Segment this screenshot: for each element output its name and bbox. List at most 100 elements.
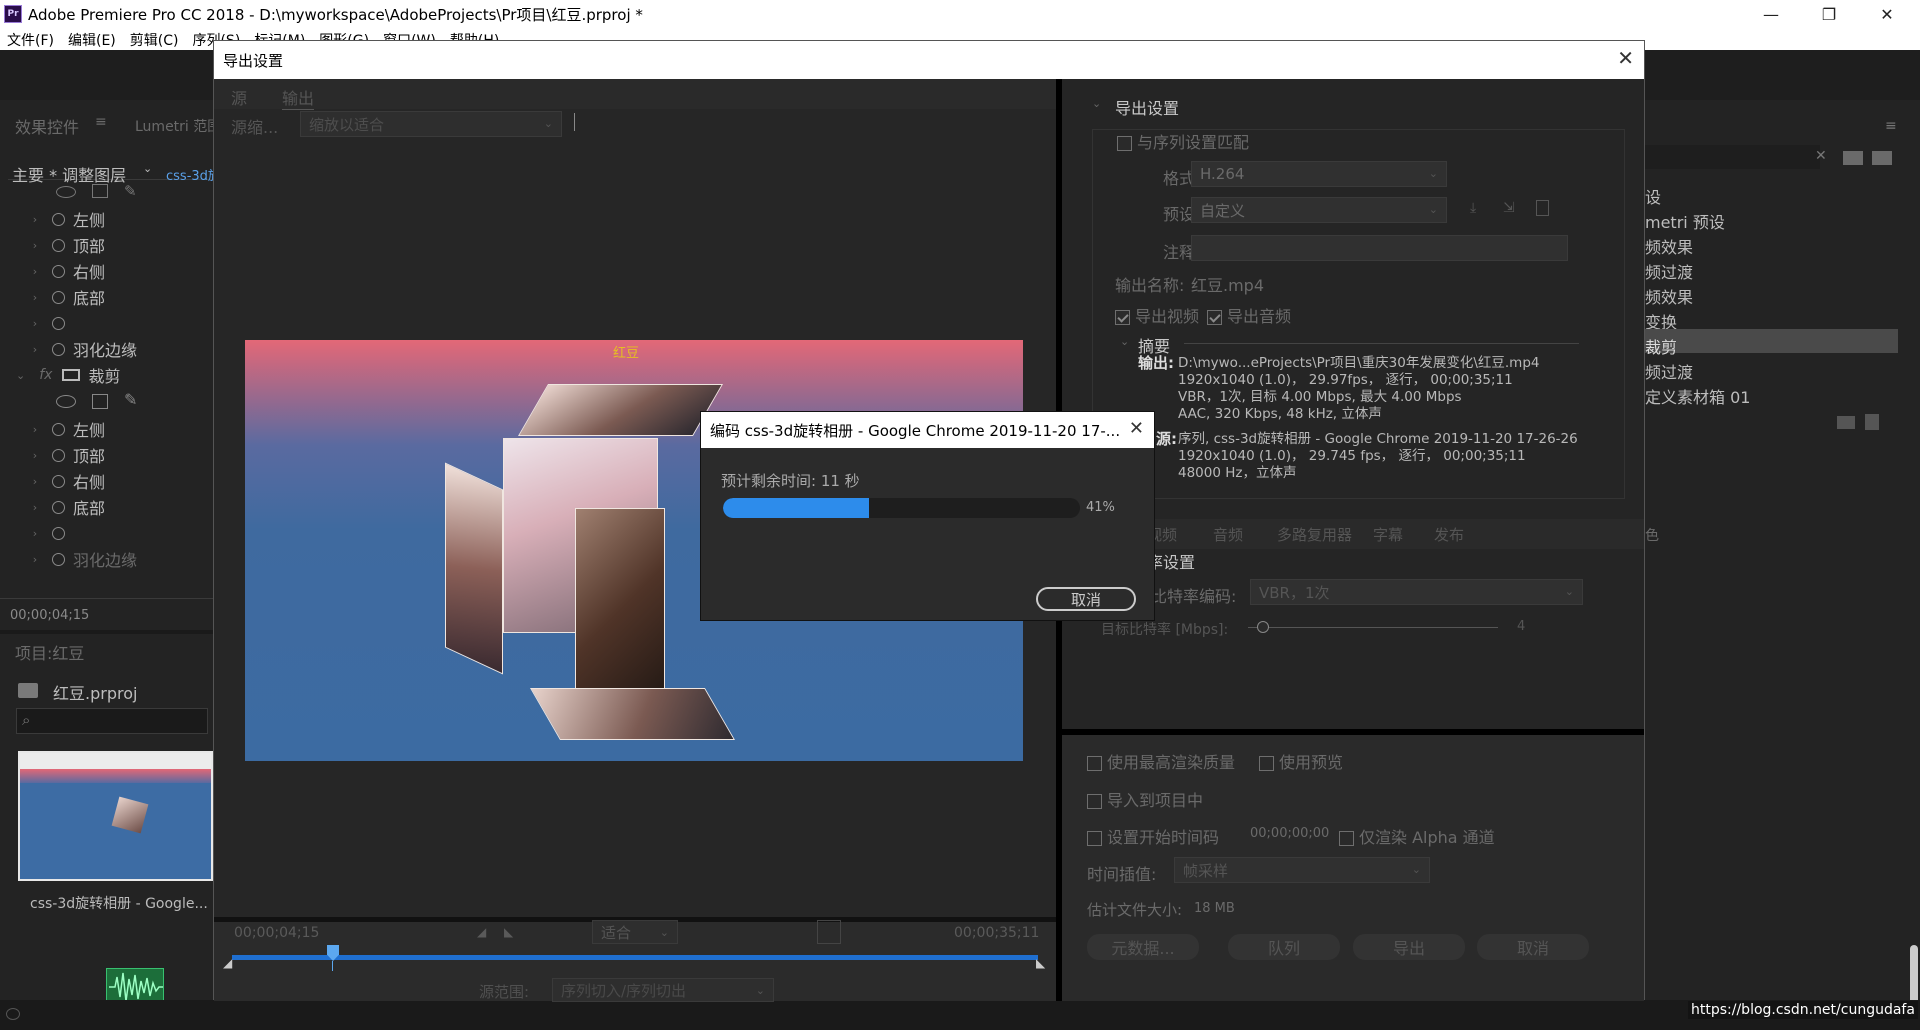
target-bitrate-slider[interactable] [1248, 627, 1498, 628]
cube-face-bottom [529, 688, 736, 740]
effect-timecode[interactable]: 00;00;04;15 [10, 608, 89, 623]
panel-menu-icon[interactable]: ≡ [1885, 118, 1897, 134]
stopwatch-icon[interactable] [52, 238, 65, 252]
match-sequence-checkbox[interactable]: 与序列设置匹配 [1117, 129, 1249, 153]
panel-menu-icon[interactable]: ≡ [95, 114, 107, 130]
menu-clip[interactable]: 剪辑(C) [123, 28, 186, 50]
pen-mask-icon[interactable]: ✎ [124, 390, 137, 409]
tab-effect-controls[interactable]: 效果控件 [15, 114, 79, 138]
effects-item[interactable]: 频效果 [1645, 284, 1693, 308]
export-audio-checkbox[interactable]: 导出音频 [1207, 303, 1291, 327]
effects-item[interactable]: metri 预设 [1645, 209, 1725, 233]
effects-item[interactable]: 色 [1645, 525, 1659, 545]
tab-output[interactable]: 输出 [282, 85, 315, 110]
tab-source[interactable]: 源 [231, 85, 247, 109]
timeline-track[interactable] [232, 955, 1038, 960]
mark-in-icon[interactable]: ◢ [477, 925, 486, 939]
tab-captions[interactable]: 字幕 [1373, 524, 1403, 545]
effects-item[interactable]: 频过渡 [1645, 259, 1693, 283]
aspect-correction-icon[interactable] [817, 920, 841, 944]
tab-audio[interactable]: 音频 [1213, 524, 1243, 545]
effects-item[interactable]: 定义素材箱 01 [1645, 384, 1750, 408]
start-timecode-value[interactable]: 00;00;00;00 [1250, 826, 1329, 841]
encoding-close-button[interactable]: ✕ [1129, 418, 1144, 439]
timecode-in[interactable]: 00;00;04;15 [234, 925, 319, 941]
summary-source-label: 源: [1156, 430, 1177, 448]
source-scale-select[interactable]: 缩放以适合 ⌄ [300, 111, 562, 137]
remaining-time: 预计剩余时间: 11 秒 [721, 472, 860, 490]
stopwatch-icon[interactable] [52, 500, 65, 514]
left-panel: 效果控件 ≡ Lumetri 范围 主要 * 调整图层 ⌄ css-3d旋 ✎ … [0, 100, 221, 1004]
crop-effect-row[interactable]: ⌄ fx 裁剪 [0, 362, 213, 388]
save-preset-icon[interactable]: ⤓ [1470, 200, 1488, 216]
stopwatch-icon[interactable] [52, 474, 65, 488]
format-select[interactable]: H.264 ⌄ [1191, 161, 1447, 187]
fit-select[interactable]: 适合 ⌄ [592, 920, 678, 944]
range-out-handle[interactable]: ◣ [1036, 956, 1045, 970]
export-button[interactable]: 导出 [1353, 934, 1465, 960]
range-in-handle[interactable]: ◢ [223, 956, 232, 970]
project-search-input[interactable]: ⌕ [16, 708, 208, 734]
clip-thumbnail[interactable] [18, 751, 213, 881]
stopwatch-icon[interactable] [52, 290, 65, 304]
metadata-button[interactable]: 元数据... [1087, 934, 1199, 960]
clear-search-icon[interactable]: ✕ [1815, 148, 1827, 164]
effects-item[interactable]: 设 [1645, 184, 1661, 208]
cancel-export-button[interactable]: 取消 [1477, 934, 1589, 960]
dialog-close-button[interactable]: ✕ [1617, 46, 1634, 70]
output-name-link[interactable]: 红豆.mp4 [1191, 272, 1264, 296]
pen-mask-icon[interactable]: ✎ [124, 182, 137, 200]
import-into-project-checkbox[interactable]: 导入到项目中 [1087, 787, 1203, 811]
new-bin-icon[interactable] [1843, 151, 1863, 165]
max-render-quality-checkbox[interactable]: 使用最高渲染质量 [1087, 749, 1235, 773]
rect-mask-icon[interactable] [92, 184, 108, 198]
rect-mask-icon[interactable] [92, 394, 108, 409]
maximize-button[interactable]: ❐ [1800, 0, 1858, 28]
effects-item-selected[interactable]: 裁剪 [1645, 334, 1677, 358]
stopwatch-icon[interactable] [52, 264, 65, 278]
minimize-button[interactable]: — [1742, 0, 1800, 28]
queue-button[interactable]: 队列 [1228, 934, 1340, 960]
stopwatch-icon[interactable] [52, 552, 65, 566]
project-file-name: 红豆.prproj [53, 684, 138, 703]
new-preset-icon[interactable] [1872, 151, 1892, 165]
chevron-down-icon[interactable]: ⌄ [143, 162, 152, 175]
set-start-timecode-checkbox[interactable]: 设置开始时间码 [1087, 824, 1219, 848]
time-interpolation-select[interactable]: 帧采样 ⌄ [1174, 857, 1430, 883]
timecode-out[interactable]: 00;00;35;11 [954, 925, 1039, 941]
stopwatch-icon[interactable] [52, 526, 65, 540]
project-panel-title[interactable]: 项目:红豆 [15, 640, 84, 664]
stopwatch-icon[interactable] [52, 342, 65, 356]
trash-icon[interactable] [1865, 414, 1879, 430]
close-button[interactable]: ✕ [1858, 0, 1916, 28]
stopwatch-icon[interactable] [52, 316, 65, 330]
mark-out-icon[interactable]: ◣ [504, 925, 513, 939]
menu-edit[interactable]: 编辑(E) [61, 28, 123, 50]
tab-lumetri-scopes[interactable]: Lumetri 范围 [135, 116, 221, 136]
comment-input[interactable] [1191, 235, 1568, 261]
delete-preset-icon[interactable] [1536, 200, 1549, 216]
slider-thumb[interactable] [1257, 621, 1269, 633]
stopwatch-icon[interactable] [52, 422, 65, 436]
tab-multiplexer[interactable]: 多路复用器 [1277, 524, 1352, 545]
preset-select[interactable]: 自定义 ⌄ [1191, 197, 1447, 223]
stopwatch-icon[interactable] [52, 448, 65, 462]
export-settings-section[interactable]: 导出设置 [1115, 95, 1179, 119]
use-previews-checkbox[interactable]: 使用预览 [1259, 749, 1343, 773]
alpha-only-checkbox[interactable]: 仅渲染 Alpha 通道 [1339, 824, 1495, 848]
bitrate-encoding-select[interactable]: VBR，1次 ⌄ [1250, 579, 1583, 605]
effects-item[interactable]: 频过渡 [1645, 359, 1693, 383]
ellipse-mask-icon[interactable] [56, 395, 76, 408]
import-preset-icon[interactable]: ⇲ [1503, 200, 1521, 216]
target-bitrate-value[interactable]: 4 [1517, 619, 1525, 634]
encoding-cancel-button[interactable]: 取消 [1036, 587, 1136, 611]
effects-item[interactable]: 频效果 [1645, 234, 1693, 258]
fx-badge[interactable]: fx [39, 367, 52, 383]
tab-publish[interactable]: 发布 [1434, 524, 1464, 545]
export-video-checkbox[interactable]: 导出视频 [1115, 303, 1199, 327]
menu-file[interactable]: 文件(F) [0, 28, 61, 50]
folder-icon[interactable] [1837, 416, 1855, 429]
source-range-select[interactable]: 序列切入/序列切出 ⌄ [552, 978, 774, 1002]
stopwatch-icon[interactable] [52, 212, 65, 226]
ellipse-mask-icon[interactable] [56, 186, 76, 198]
